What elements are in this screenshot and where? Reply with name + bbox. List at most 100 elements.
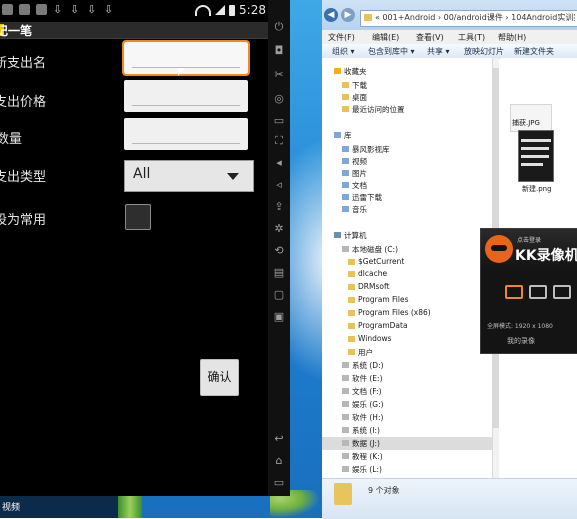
game-record-icon[interactable] — [553, 285, 571, 299]
menu-tools[interactable]: 工具(T) — [458, 32, 485, 43]
nav-storm[interactable]: 暴风影视库 — [352, 144, 390, 155]
nav-drmsoft[interactable]: DRMsoft — [358, 282, 389, 291]
expense-name-input[interactable] — [122, 40, 250, 76]
taskbar-fragment[interactable]: 视频 — [0, 496, 118, 518]
set-common-checkbox[interactable] — [125, 204, 151, 230]
nav-computer[interactable]: 计算机 — [344, 230, 367, 241]
kk-my-recordings[interactable]: 我的录像 — [507, 336, 535, 346]
recent-apps-icon[interactable]: ▭ — [272, 476, 286, 490]
download-icon: ⇩ — [53, 3, 63, 16]
nav-pictures[interactable]: 图片 — [352, 168, 367, 179]
menu-bar: 文件(F) 编辑(E) 查看(V) 工具(T) 帮助(H) — [322, 30, 577, 44]
fullscreen-icon[interactable]: ⛶ — [272, 134, 286, 148]
folder-icon[interactable]: ▢ — [272, 288, 286, 302]
jpg-file-name[interactable]: 捕获.JPG — [512, 118, 540, 128]
drive-icon — [342, 466, 349, 472]
folder-icon — [348, 284, 355, 290]
battery-icon — [229, 4, 236, 16]
menu-edit[interactable]: 编辑(E) — [372, 32, 399, 43]
rotate-icon[interactable]: ⟲ — [272, 244, 286, 258]
nav-getcurrent[interactable]: $GetCurrent — [358, 257, 404, 266]
nav-documents[interactable]: 文档 — [352, 180, 367, 191]
folder-icon — [348, 323, 355, 329]
nav-program-files[interactable]: Program Files — [358, 295, 409, 304]
camera-icon[interactable]: ◘ — [272, 44, 286, 58]
png-thumbnail[interactable] — [518, 130, 554, 182]
download-icon: ⇩ — [104, 3, 114, 16]
nav-videos[interactable]: 视频 — [352, 156, 367, 167]
expense-name-label: 新支出名 — [0, 56, 47, 71]
window-record-icon[interactable] — [529, 285, 547, 299]
nav-recent[interactable]: 最近访问的位置 — [352, 104, 405, 115]
kk-login-link[interactable]: 点击登录 — [517, 235, 541, 244]
nav-dlcache[interactable]: dlcache — [358, 269, 387, 278]
nav-drive-h[interactable]: 软件 (H:) — [352, 412, 383, 423]
forward-arrow-icon[interactable]: ▶ — [341, 8, 355, 22]
nav-drive-f[interactable]: 文档 (F:) — [352, 386, 382, 397]
share-button[interactable]: 共享 ▾ — [427, 46, 450, 57]
home-icon[interactable]: ⌂ — [272, 454, 286, 468]
pictures-icon — [342, 170, 349, 176]
status-time: 5:28 — [239, 3, 266, 17]
expense-type-select[interactable]: All — [124, 160, 254, 192]
item-count: 9 个对象 — [368, 486, 400, 495]
nav-users[interactable]: 用户 — [358, 347, 373, 358]
menu-view[interactable]: 查看(V) — [416, 32, 444, 43]
nav-drive-i[interactable]: 系统 (I:) — [352, 425, 380, 436]
nav-drive-l[interactable]: 娱乐 (L:) — [352, 464, 382, 475]
nav-drive-e[interactable]: 软件 (E:) — [352, 373, 383, 384]
nav-windows[interactable]: Windows — [358, 334, 391, 343]
address-bar[interactable]: « 001+Android › 00/android课件 › 104Androi… — [360, 10, 577, 27]
confirm-button[interactable]: 确认 — [200, 359, 239, 396]
share-icon[interactable]: ⇪ — [272, 200, 286, 214]
emulator-side-toolbar: ⏻ ◘ ✂ ◎ ▭ ⛶ ◂ ◃ ⇪ ✲ ⟲ ▤ ▢ ▣ ↩ ⌂ ▭ — [268, 0, 290, 496]
details-pane: 9 个对象 — [322, 478, 577, 519]
menu-help[interactable]: 帮助(H) — [498, 32, 526, 43]
drive-icon — [342, 427, 349, 433]
back-icon[interactable]: ↩ — [272, 432, 286, 446]
gps-icon[interactable]: ◎ — [272, 92, 286, 106]
nav-program-files-x86[interactable]: Program Files (x86) — [358, 308, 431, 317]
include-library-button[interactable]: 包含到库中 ▾ — [368, 46, 415, 57]
drive-icon — [342, 362, 349, 368]
nav-desktop[interactable]: 桌面 — [352, 92, 367, 103]
screenshot-icon[interactable]: ▤ — [272, 266, 286, 280]
folder-icon — [348, 297, 355, 303]
favorites-star-icon — [334, 68, 341, 74]
nav-thunder[interactable]: 迅雷下载 — [352, 192, 382, 203]
scissors-icon[interactable]: ✂ — [272, 68, 286, 82]
video-library-icon — [342, 146, 349, 152]
drive-icon — [342, 401, 349, 407]
nav-downloads[interactable]: 下载 — [352, 80, 367, 91]
screen-record-icon[interactable] — [505, 285, 523, 299]
menu-file[interactable]: 文件(F) — [328, 32, 355, 43]
volume-up-icon[interactable]: ◂ — [272, 156, 286, 170]
computer-icon — [334, 232, 341, 238]
expense-price-input[interactable] — [124, 80, 248, 112]
nav-drive-d[interactable]: 系统 (D:) — [352, 360, 384, 371]
volume-down-icon[interactable]: ◃ — [272, 178, 286, 192]
new-folder-button[interactable]: 新建文件夹 — [514, 46, 554, 57]
nav-drive-j[interactable]: 数据 (J:) — [352, 438, 380, 449]
organize-button[interactable]: 组织 ▾ — [332, 46, 355, 57]
slideshow-button[interactable]: 放映幻灯片 — [464, 46, 504, 57]
nav-programdata[interactable]: ProgramData — [358, 321, 408, 330]
android-emulator: ⇩ ⇩ ⇩ ⇩ 5:28 记一笔 新支出名 支出价格 数量 支出类型 All 设… — [0, 0, 290, 496]
download-icon: ⇩ — [70, 3, 80, 16]
videos-icon — [342, 158, 349, 164]
nav-libraries[interactable]: 库 — [344, 130, 352, 141]
nav-favorites[interactable]: 收藏夹 — [344, 66, 367, 77]
record-icon[interactable]: ▣ — [272, 310, 286, 324]
nav-drive-c[interactable]: 本地磁盘 (C:) — [352, 244, 398, 255]
nav-drive-k[interactable]: 教程 (K:) — [352, 451, 383, 462]
png-file-name[interactable]: 新建.png — [522, 184, 552, 194]
power-icon[interactable]: ⏻ — [272, 20, 286, 34]
keyboard-icon[interactable]: ▭ — [272, 114, 286, 128]
nav-drive-g[interactable]: 娱乐 (G:) — [352, 399, 384, 410]
brightness-icon[interactable]: ✲ — [272, 222, 286, 236]
nav-music[interactable]: 音乐 — [352, 204, 367, 215]
folder-icon — [334, 483, 352, 505]
back-arrow-icon[interactable]: ◀ — [324, 8, 338, 22]
quantity-input[interactable] — [124, 118, 248, 150]
drive-icon — [342, 246, 349, 252]
